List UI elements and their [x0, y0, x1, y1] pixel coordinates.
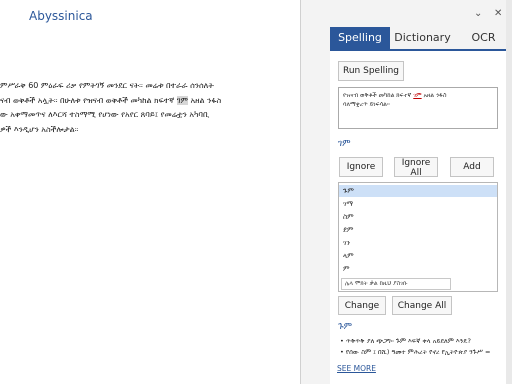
definition-line: • ጥቅጥቅ ያለ ጭጋግ። ጉም እፍኛ ቀላ አይደለም እንዴ? — [340, 337, 471, 345]
custom-suggestion-input[interactable]: ሌላ ሞክት ቃል ከዚህ ያስገቡ — [341, 278, 451, 290]
document-line[interactable]: ው አቀማመጥና ለእርሻ ተስማሚ የሆነው የአየር ጸባይ፤ የመሬቷን … — [0, 110, 209, 120]
context-line2: ባለማቋረጥ ይነፍሳል። — [343, 101, 390, 108]
pane-title: Abyssinica — [29, 9, 93, 23]
suggestion-list[interactable]: ጉም ገማ ስም ደም ገን ላም ም ሌላ ሞክት ቃል ከዚህ ያስገቡ — [338, 182, 498, 292]
highlighted-word[interactable]: ገም — [176, 96, 188, 105]
chevron-down-icon[interactable]: ⌄ — [474, 8, 482, 19]
suggestion-item[interactable]: ላም — [339, 250, 497, 262]
error-context-box[interactable]: የዝናብ ወቅቶች መካከል ክፍተኛ ገም አዘል ንፋስ ባለማቋረጥ ይነ… — [338, 87, 498, 129]
change-button[interactable]: Change — [338, 296, 386, 315]
document-line[interactable]: ዎች እንዲሆን አስችሎታል። — [0, 125, 78, 135]
tab-ocr[interactable]: OCR — [455, 27, 512, 49]
suggestion-item[interactable]: ም — [339, 263, 497, 275]
pane-tabs: Spelling Dictionary OCR — [330, 27, 512, 49]
context-after: አዘል ንፋስ — [421, 92, 447, 99]
definition-word: ጉም — [338, 322, 353, 332]
suggestion-item[interactable]: ገን — [339, 237, 497, 249]
close-icon[interactable]: ✕ — [494, 8, 502, 19]
document-line[interactable]: ናብ ወቅቶች አሏት። በሁለቱ የዝናብ ወቅቶች መካከል ክፍተኛ ገም… — [0, 96, 221, 106]
misspelled-word-label: ገም — [338, 139, 351, 149]
misspelled-word: ገም — [413, 92, 422, 99]
window-edge — [506, 0, 512, 384]
suggestion-item[interactable]: ደም — [339, 224, 497, 236]
document-line-text[interactable]: ናብ ወቅቶች አሏት። በሁለቱ የዝናብ ወቅቶች መካከል ክፍተኛ ገም… — [0, 96, 221, 105]
tab-dictionary[interactable]: Dictionary — [390, 27, 455, 49]
suggestion-item[interactable]: ገማ — [339, 198, 497, 210]
document-line[interactable]: ምሥራቅ 60 ምዕራፍ ሪቃ የምትገኝ መንደር ናት። መሬቱ በተራራ … — [0, 81, 214, 91]
suggestion-item[interactable]: ጉም — [339, 185, 497, 197]
suggestion-item[interactable]: ስም — [339, 211, 497, 223]
context-before: የዝናብ ወቅቶች መካከል ክፍተኛ — [343, 92, 414, 99]
add-button[interactable]: Add — [450, 157, 494, 177]
run-spelling-button[interactable]: Run Spelling — [338, 61, 404, 81]
ignore-button[interactable]: Ignore — [339, 157, 383, 177]
definition-line: • የሰው ስም ፤ በሺ) ዓመተ ምሕረት የኖረ የኢትዮጵያ ንጉሥ = — [340, 348, 491, 356]
see-more-link[interactable]: SEE MORE — [337, 364, 376, 373]
tab-spelling[interactable]: Spelling — [330, 27, 390, 49]
change-all-button[interactable]: Change All — [392, 296, 452, 315]
document-canvas[interactable]: ምሥራቅ 60 ምዕራፍ ሪቃ የምትገኝ መንደር ናት። መሬቱ በተራራ … — [0, 0, 300, 384]
ignore-all-button[interactable]: Ignore All — [394, 157, 438, 178]
